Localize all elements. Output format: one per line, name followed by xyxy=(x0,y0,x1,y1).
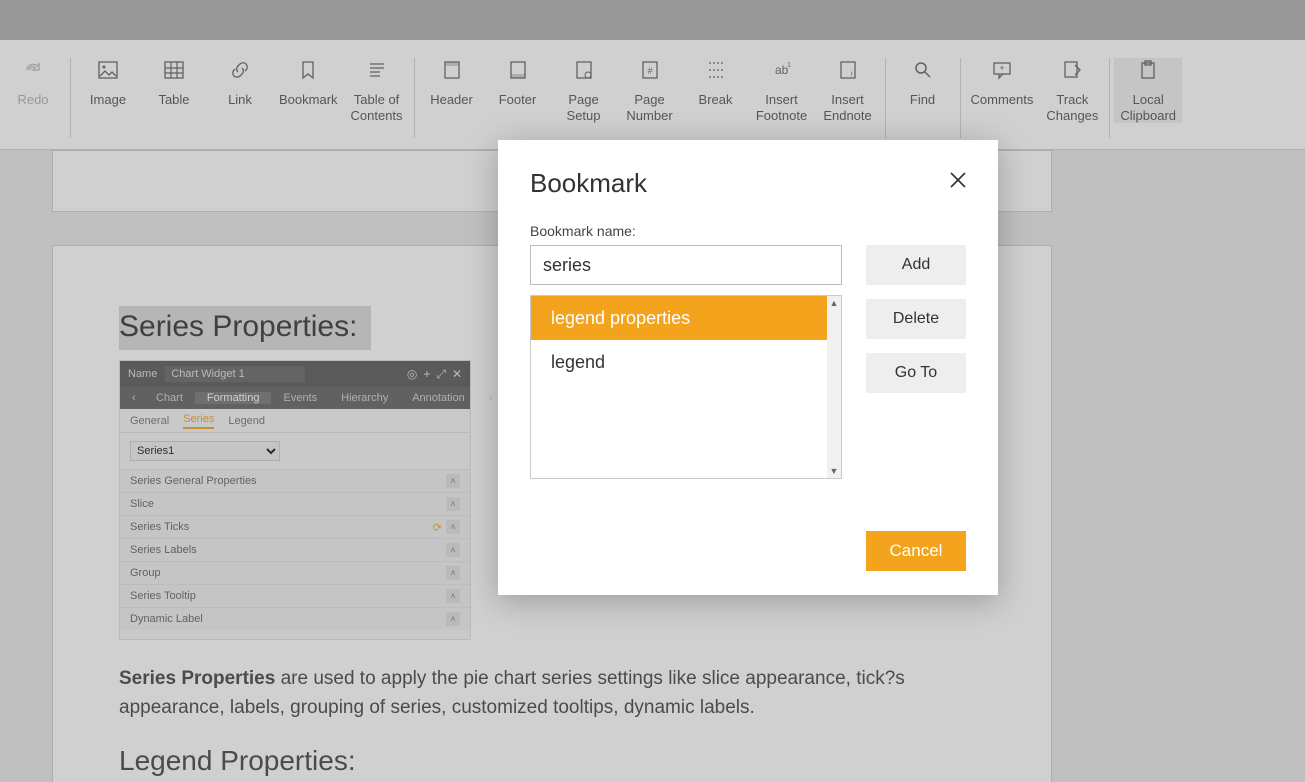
scroll-up-icon[interactable]: ▲ xyxy=(830,296,839,310)
goto-button[interactable]: Go To xyxy=(866,353,966,393)
bookmark-list-item[interactable]: legend properties xyxy=(531,296,827,340)
scrollbar[interactable]: ▲ ▼ xyxy=(827,296,841,478)
dialog-title: Bookmark xyxy=(530,168,966,199)
dialog-close-button[interactable] xyxy=(948,170,968,190)
delete-button[interactable]: Delete xyxy=(866,299,966,339)
close-icon xyxy=(948,170,968,190)
bookmark-list[interactable]: legend properties legend ▲ ▼ xyxy=(530,295,842,479)
bookmark-name-label: Bookmark name: xyxy=(530,223,966,239)
bookmark-dialog: Bookmark Bookmark name: legend propertie… xyxy=(498,140,998,595)
cancel-button[interactable]: Cancel xyxy=(866,531,966,571)
add-button[interactable]: Add xyxy=(866,245,966,285)
bookmark-list-item[interactable]: legend xyxy=(531,340,827,384)
bookmark-name-input[interactable] xyxy=(530,245,842,285)
scroll-down-icon[interactable]: ▼ xyxy=(830,464,839,478)
